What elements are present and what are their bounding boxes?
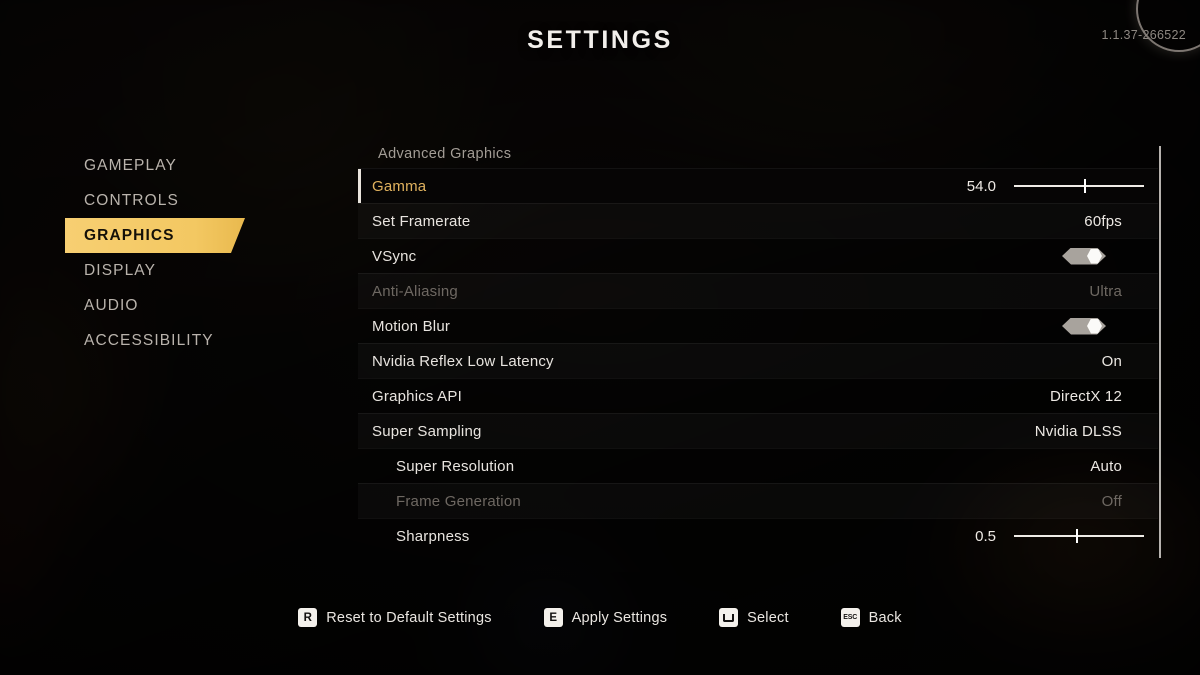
settings-row[interactable]: Gamma 54.0 [358, 168, 1158, 203]
setting-value-text: 60fps [1084, 212, 1122, 230]
setting-label: VSync [372, 247, 417, 265]
setting-value-text: Off [1101, 492, 1122, 510]
settings-row-list: Gamma 54.0 Set Framerate 60fps VSync Anti-Ali… [358, 168, 1158, 553]
setting-value[interactable]: 60fps [1084, 213, 1158, 230]
prompt-apply-settings[interactable]: E Apply Settings [543, 608, 668, 627]
key-e-icon: E [543, 608, 563, 627]
setting-value[interactable] [1062, 248, 1158, 265]
settings-scrollbar[interactable] [1159, 146, 1161, 558]
section-header: Advanced Graphics [378, 146, 512, 162]
selected-row-indicator [358, 169, 361, 203]
setting-value[interactable]: DirectX 12 [1050, 388, 1158, 405]
sidebar-item-display[interactable]: DISPLAY [0, 253, 300, 288]
key-r-icon: R [298, 608, 318, 627]
settings-row[interactable]: Sharpness 0.5 [358, 518, 1158, 553]
settings-row[interactable]: Set Framerate 60fps [358, 203, 1158, 238]
slider-control[interactable]: 54.0 [950, 177, 1144, 195]
setting-value-text: DirectX 12 [1049, 387, 1122, 405]
slider-track-area[interactable] [1014, 179, 1144, 193]
prompt-reset-to-default-settings[interactable]: R Reset to Default Settings [298, 608, 491, 627]
settings-sidebar: GAMEPLAY CONTROLS GRAPHICS DISPLAY AUDIO ACCE… [0, 148, 300, 358]
settings-row[interactable]: Motion Blur [358, 308, 1158, 343]
slider-track-area[interactable] [1014, 529, 1144, 543]
slider-handle[interactable] [1076, 529, 1078, 543]
sidebar-item-gameplay[interactable]: GAMEPLAY [0, 148, 300, 183]
sidebar-item-label: GAMEPLAY [84, 157, 177, 174]
setting-value[interactable]: Auto [1090, 458, 1158, 475]
setting-label: Set Framerate [372, 212, 471, 230]
settings-row[interactable]: Frame Generation Off [358, 483, 1158, 518]
settings-row[interactable]: Nvidia Reflex Low Latency On [358, 343, 1158, 378]
setting-value[interactable]: On [1102, 353, 1158, 370]
setting-label: Graphics API [372, 387, 462, 405]
sidebar-item-label: ACCESSIBILITY [84, 332, 214, 349]
settings-row[interactable]: VSync [358, 238, 1158, 273]
enter-key-icon [719, 608, 739, 627]
sidebar-item-label: GRAPHICS [84, 227, 175, 244]
setting-label: Anti-Aliasing [372, 282, 458, 300]
slider-control[interactable]: 0.5 [950, 527, 1144, 545]
setting-label: Gamma [372, 177, 427, 195]
settings-row[interactable]: Super Sampling Nvidia DLSS [358, 413, 1158, 448]
setting-label: Super Sampling [372, 422, 482, 440]
sidebar-item-graphics[interactable]: GRAPHICS [0, 218, 300, 253]
setting-label: Frame Generation [396, 492, 521, 510]
settings-panel: Advanced Graphics Gamma 54.0 Set Framerate… [358, 140, 1158, 553]
setting-value[interactable] [1062, 318, 1158, 335]
toggle-knob [1087, 249, 1102, 264]
settings-row[interactable]: Anti-Aliasing Ultra [358, 273, 1158, 308]
setting-value[interactable]: 0.5 [950, 528, 1158, 545]
setting-label: Sharpness [396, 527, 470, 545]
toggle-switch[interactable] [1062, 248, 1106, 265]
setting-label: Nvidia Reflex Low Latency [372, 352, 554, 370]
sidebar-item-accessibility[interactable]: ACCESSIBILITY [0, 323, 300, 358]
setting-label: Super Resolution [396, 457, 515, 475]
setting-value[interactable]: Nvidia DLSS [1035, 423, 1158, 440]
setting-value[interactable]: Ultra [1089, 283, 1158, 300]
version-label: 1.1.37-266522 [1101, 28, 1186, 42]
slider-track [1014, 185, 1144, 187]
sidebar-item-label: DISPLAY [84, 262, 157, 279]
prompt-back[interactable]: ESC Back [840, 608, 902, 627]
enter-glyph [723, 613, 735, 622]
setting-value[interactable]: 54.0 [950, 178, 1158, 195]
prompt-label: Apply Settings [571, 609, 668, 626]
setting-value-text: Ultra [1089, 282, 1122, 300]
sidebar-item-audio[interactable]: AUDIO [0, 288, 300, 323]
setting-label: Motion Blur [372, 317, 451, 335]
sidebar-item-label: CONTROLS [84, 192, 179, 209]
prompt-label: Select [747, 609, 789, 626]
slider-value: 54.0 [966, 177, 996, 195]
page-title: SETTINGS [527, 26, 673, 54]
key-esc-icon: ESC [840, 608, 860, 627]
slider-value: 0.5 [975, 527, 996, 545]
prompt-label: Reset to Default Settings [326, 609, 492, 626]
toggle-knob [1087, 319, 1102, 334]
prompt-select[interactable]: Select [719, 608, 789, 627]
setting-value-text: Nvidia DLSS [1034, 422, 1122, 440]
settings-row[interactable]: Super Resolution Auto [358, 448, 1158, 483]
slider-track [1014, 535, 1144, 537]
sidebar-item-label: AUDIO [84, 297, 139, 314]
setting-value-text: Auto [1090, 457, 1122, 475]
toggle-switch[interactable] [1062, 318, 1106, 335]
setting-value[interactable]: Off [1102, 493, 1158, 510]
prompt-label: Back [868, 609, 902, 626]
bottom-prompt-bar: R Reset to Default Settings E Apply Setting… [0, 608, 1200, 627]
scrollbar-thumb[interactable] [1159, 146, 1161, 558]
settings-row[interactable]: Graphics API DirectX 12 [358, 378, 1158, 413]
sidebar-item-controls[interactable]: CONTROLS [0, 183, 300, 218]
slider-handle[interactable] [1084, 179, 1086, 193]
setting-value-text: On [1101, 352, 1122, 370]
